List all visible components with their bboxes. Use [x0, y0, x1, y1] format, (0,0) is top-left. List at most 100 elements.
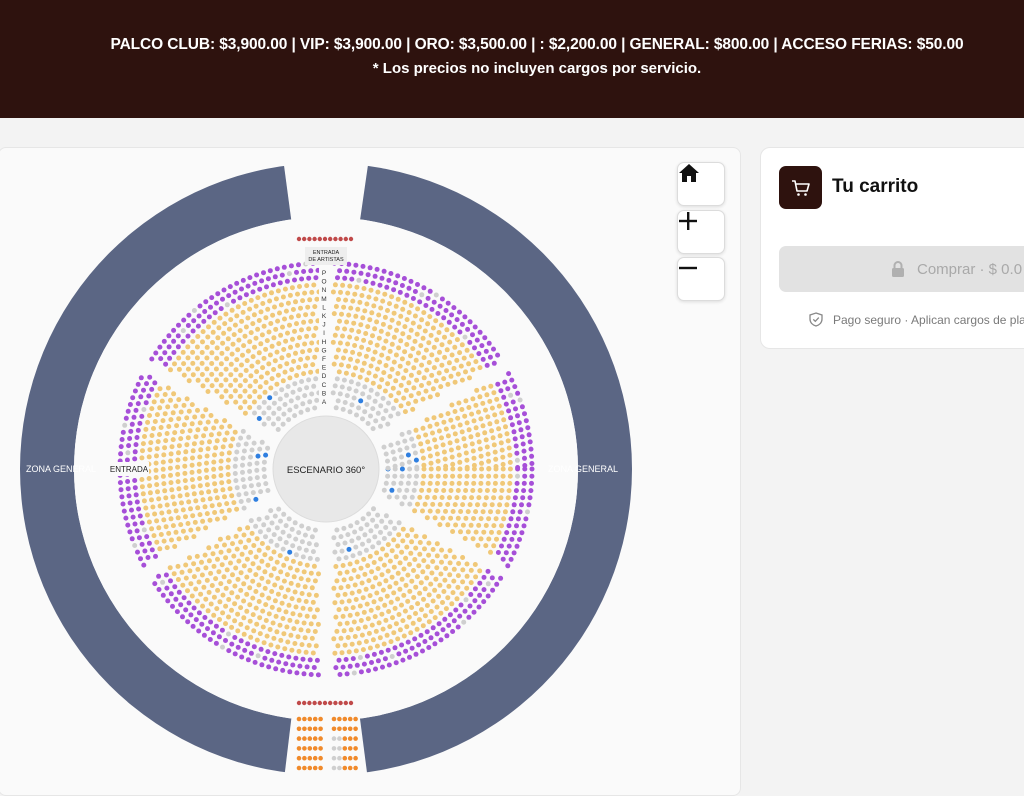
- seat[interactable]: [384, 632, 390, 638]
- seat[interactable]: [226, 597, 232, 602]
- seat[interactable]: [432, 641, 438, 647]
- seat[interactable]: [457, 466, 463, 472]
- seat[interactable]: [378, 556, 383, 562]
- seat[interactable]: [357, 550, 363, 556]
- seat[interactable]: [239, 318, 245, 324]
- seat[interactable]: [353, 313, 359, 319]
- seat[interactable]: [189, 593, 195, 599]
- seat[interactable]: [296, 746, 302, 751]
- seat[interactable]: [206, 314, 212, 320]
- seat[interactable]: [402, 299, 408, 305]
- seat[interactable]: [414, 574, 420, 580]
- seat[interactable]: [254, 467, 260, 473]
- seat[interactable]: [459, 407, 465, 412]
- seat[interactable]: [374, 391, 380, 397]
- seat[interactable]: [209, 371, 215, 377]
- seat[interactable]: [247, 476, 253, 482]
- seat[interactable]: [385, 421, 391, 427]
- seat[interactable]: [181, 595, 187, 601]
- seat[interactable]: [196, 461, 202, 467]
- seat[interactable]: [471, 462, 477, 468]
- seat[interactable]: [354, 336, 360, 342]
- seat[interactable]: [290, 389, 296, 395]
- seat[interactable]: [255, 295, 261, 301]
- seat[interactable]: [307, 716, 313, 722]
- palco-seat[interactable]: [348, 236, 354, 242]
- seat[interactable]: [307, 765, 313, 771]
- seat[interactable]: [442, 456, 448, 462]
- seat[interactable]: [273, 296, 279, 302]
- seat[interactable]: [466, 361, 472, 367]
- seat[interactable]: [308, 318, 314, 324]
- seat[interactable]: [307, 555, 313, 561]
- seat[interactable]: [120, 429, 126, 435]
- seat[interactable]: [430, 625, 436, 631]
- seat[interactable]: [251, 399, 257, 405]
- seat[interactable]: [500, 480, 506, 486]
- seat[interactable]: [288, 580, 294, 586]
- seat[interactable]: [173, 508, 179, 514]
- seat[interactable]: [171, 327, 177, 333]
- seat[interactable]: [401, 566, 407, 572]
- seat[interactable]: [512, 384, 518, 390]
- seat[interactable]: [382, 291, 388, 297]
- seat[interactable]: [443, 426, 449, 432]
- seat[interactable]: [169, 444, 175, 450]
- seat[interactable]: [226, 326, 232, 332]
- seat[interactable]: [486, 466, 492, 471]
- seat[interactable]: [296, 597, 302, 603]
- seat[interactable]: [292, 328, 297, 334]
- seat[interactable]: [238, 499, 244, 504]
- seat[interactable]: [457, 459, 463, 465]
- seat[interactable]: [525, 425, 531, 431]
- seat[interactable]: [423, 347, 429, 353]
- seat[interactable]: [202, 552, 208, 558]
- seat[interactable]: [149, 526, 155, 532]
- seat[interactable]: [257, 615, 263, 621]
- seat[interactable]: [443, 308, 449, 313]
- seat[interactable]: [182, 478, 188, 484]
- seat[interactable]: [281, 562, 287, 568]
- seat[interactable]: [402, 324, 408, 330]
- seat[interactable]: [247, 567, 253, 573]
- seat[interactable]: [401, 375, 407, 381]
- seat[interactable]: [306, 642, 312, 648]
- seat[interactable]: [222, 437, 228, 443]
- seat[interactable]: [203, 565, 209, 571]
- seat[interactable]: [340, 664, 346, 670]
- seat[interactable]: [286, 516, 292, 522]
- seat[interactable]: [221, 574, 227, 580]
- seat[interactable]: [432, 495, 438, 500]
- seat[interactable]: [469, 353, 475, 359]
- seat[interactable]: [176, 322, 181, 328]
- seat[interactable]: [466, 614, 472, 620]
- seat[interactable]: [462, 536, 468, 541]
- seat[interactable]: [447, 440, 453, 446]
- seat[interactable]: [265, 488, 271, 493]
- seat[interactable]: [271, 400, 277, 406]
- seat[interactable]: [300, 656, 306, 662]
- seat[interactable]: [304, 333, 310, 339]
- seat[interactable]: [168, 458, 174, 464]
- seat[interactable]: [358, 270, 364, 276]
- seat[interactable]: [244, 608, 250, 614]
- seat[interactable]: [476, 604, 482, 610]
- seat[interactable]: [300, 401, 306, 407]
- seat[interactable]: [134, 528, 140, 534]
- seat[interactable]: [242, 388, 248, 394]
- seat[interactable]: [196, 579, 202, 585]
- seat[interactable]: [229, 641, 235, 647]
- seat[interactable]: [495, 352, 501, 358]
- seat[interactable]: [302, 635, 308, 641]
- seat[interactable]: [340, 333, 345, 339]
- seat[interactable]: [302, 746, 307, 751]
- seat[interactable]: [442, 473, 448, 479]
- seat[interactable]: [293, 350, 298, 356]
- seat[interactable]: [191, 441, 197, 447]
- seat[interactable]: [231, 332, 237, 338]
- seat[interactable]: [269, 343, 275, 349]
- seat[interactable]: [476, 409, 481, 415]
- seat[interactable]: [514, 543, 520, 549]
- seat[interactable]: [154, 539, 160, 545]
- seat[interactable]: [273, 666, 279, 672]
